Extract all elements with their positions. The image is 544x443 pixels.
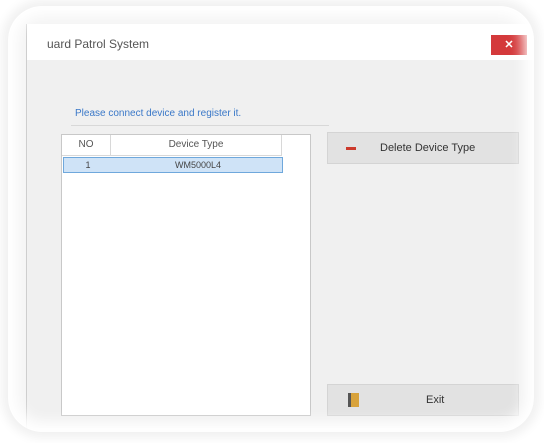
exit-door-icon <box>348 393 359 407</box>
exit-button-label: Exit <box>426 394 445 406</box>
divider <box>71 125 329 126</box>
device-type-list[interactable]: NO Device Type 1 WM5000L4 <box>61 134 311 416</box>
column-header-no[interactable]: NO <box>62 135 111 155</box>
hint-text: Please connect device and register it. <box>75 108 242 119</box>
delete-device-type-button[interactable]: Delete Device Type <box>327 132 519 164</box>
title-bar: uard Patrol System ✕ <box>27 24 534 60</box>
window-title: uard Patrol System <box>47 37 150 51</box>
row-no: 1 <box>85 160 91 170</box>
close-button[interactable]: ✕ <box>491 35 527 55</box>
photo-frame: uard Patrol System ✕ Please connect devi… <box>8 6 534 432</box>
exit-button[interactable]: Exit <box>327 384 519 416</box>
list-header: NO Device Type <box>62 135 282 156</box>
row-device-type: WM5000L4 <box>174 160 222 170</box>
delete-button-label: Delete Device Type <box>380 142 476 154</box>
minus-icon <box>346 147 356 150</box>
list-row-selected[interactable]: 1 WM5000L4 <box>63 157 283 173</box>
column-header-device-type[interactable]: Device Type <box>111 135 282 155</box>
close-icon: ✕ <box>504 39 514 51</box>
app-window: uard Patrol System ✕ Please connect devi… <box>26 24 534 428</box>
